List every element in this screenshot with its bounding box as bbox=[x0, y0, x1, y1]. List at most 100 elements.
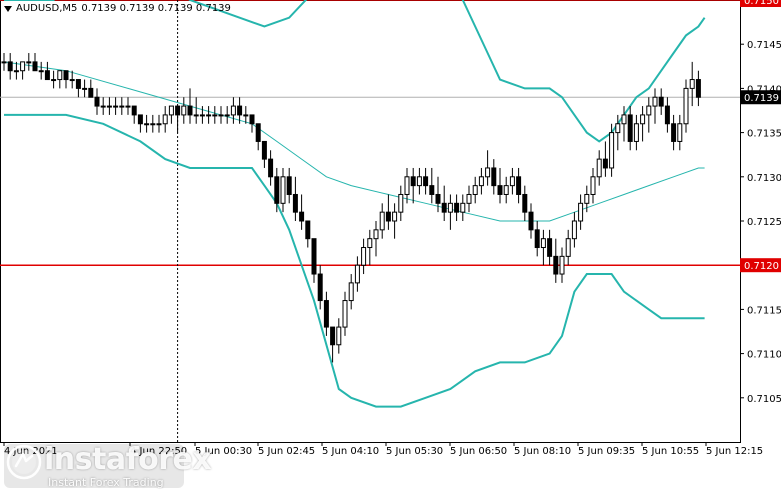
candle-bullish bbox=[156, 123, 162, 126]
candle-bearish bbox=[286, 176, 292, 195]
candle-bullish bbox=[162, 114, 168, 125]
candle-bullish bbox=[280, 176, 286, 204]
candle-bearish bbox=[187, 105, 193, 116]
candle-bullish bbox=[584, 193, 590, 204]
candle-bearish bbox=[553, 255, 559, 275]
candle-bullish bbox=[26, 61, 32, 64]
plot-area bbox=[0, 0, 741, 443]
logo-name: instaforex bbox=[44, 442, 212, 477]
candle-bullish bbox=[193, 114, 199, 117]
symbol-label: AUDUSD,M5 bbox=[16, 3, 78, 14]
x-tick-label: 5 Jun 08:10 bbox=[514, 446, 571, 457]
candle-bearish bbox=[317, 273, 323, 302]
level-label: 0.7150 bbox=[744, 0, 779, 7]
candle-bullish bbox=[199, 114, 205, 117]
candle-bearish bbox=[88, 87, 94, 98]
candle-bearish bbox=[323, 300, 329, 328]
y-tick-label: 0.7110 bbox=[747, 350, 781, 361]
candle-bullish bbox=[485, 167, 491, 178]
candle-bullish bbox=[119, 105, 125, 108]
candle-bullish bbox=[168, 105, 174, 116]
candle-bullish bbox=[212, 114, 218, 117]
y-tick-label: 0.7130 bbox=[747, 173, 781, 184]
chart-header: AUDUSD,M5 0.7139 0.7139 0.7139 0.7139 bbox=[4, 3, 231, 14]
candle-bullish bbox=[596, 158, 602, 178]
candle-bullish bbox=[51, 79, 57, 82]
candle-bearish bbox=[7, 61, 13, 72]
candle-bearish bbox=[454, 202, 460, 213]
candle-bullish bbox=[336, 326, 342, 346]
candle-bearish bbox=[522, 193, 528, 213]
candle-bearish bbox=[255, 123, 261, 142]
candle-bullish bbox=[615, 123, 621, 134]
y-tick-label: 0.7115 bbox=[747, 305, 781, 316]
candle-bearish bbox=[423, 176, 429, 187]
candle-bullish bbox=[652, 96, 658, 107]
candle-bullish bbox=[503, 185, 509, 195]
candle-bearish bbox=[547, 238, 553, 257]
candle-bullish bbox=[460, 202, 466, 213]
candle-bullish bbox=[20, 61, 26, 72]
candle-bearish bbox=[410, 176, 416, 187]
candle-bearish bbox=[311, 238, 317, 275]
candle-bullish bbox=[683, 87, 689, 125]
candle-bullish bbox=[13, 70, 19, 73]
candle-bearish bbox=[63, 70, 69, 81]
candle-bullish bbox=[416, 176, 422, 187]
candle-bearish bbox=[274, 176, 280, 204]
candle-bearish bbox=[249, 114, 255, 125]
candle-bearish bbox=[528, 211, 534, 231]
candle-bearish bbox=[44, 70, 50, 81]
candle-bearish bbox=[627, 114, 633, 142]
dropdown-arrow-icon[interactable] bbox=[4, 5, 12, 12]
candle-bullish bbox=[609, 132, 615, 169]
instaforex-logo-icon bbox=[6, 444, 42, 480]
chart: 0.7105 0.7110 0.7115 0.7120 0.7125 0.7130 0.71… bbox=[0, 0, 781, 489]
candle-bullish bbox=[206, 114, 212, 117]
candle-bullish bbox=[633, 123, 639, 142]
candle-bearish bbox=[385, 211, 391, 222]
candle-bearish bbox=[94, 96, 100, 107]
candle-bullish bbox=[38, 70, 44, 73]
candle-bullish bbox=[106, 105, 112, 108]
candle-bullish bbox=[230, 105, 236, 116]
candle-bearish bbox=[602, 158, 608, 169]
candle-bearish bbox=[32, 61, 38, 72]
y-tick-label: 0.7135 bbox=[747, 129, 781, 140]
candle-bullish bbox=[243, 114, 249, 117]
candle-bullish bbox=[540, 238, 546, 249]
candle-bearish bbox=[292, 193, 298, 213]
candle-bearish bbox=[516, 176, 522, 195]
candle-bullish bbox=[559, 255, 565, 275]
candle-bullish bbox=[342, 300, 348, 328]
current-price-label: 0.7139 bbox=[744, 93, 779, 104]
candle-bullish bbox=[354, 264, 360, 284]
candle-bullish bbox=[113, 105, 119, 108]
y-tick-label: 0.7145 bbox=[747, 40, 781, 51]
x-tick-label: 5 Jun 12:15 bbox=[706, 446, 763, 457]
x-tick-label: 5 Jun 06:50 bbox=[450, 446, 507, 457]
candle-bullish bbox=[571, 220, 577, 240]
candle-bullish bbox=[144, 123, 150, 126]
candle-bullish bbox=[590, 176, 596, 195]
y-tick-label: 0.7125 bbox=[747, 217, 781, 228]
candle-bullish bbox=[82, 87, 88, 90]
candle-bullish bbox=[646, 105, 652, 116]
candle-bullish bbox=[69, 79, 75, 82]
candle-bullish bbox=[677, 123, 683, 142]
candle-bullish bbox=[218, 114, 224, 117]
candle-bullish bbox=[565, 238, 571, 257]
level-label: 0.7120 bbox=[744, 261, 779, 272]
candle-bearish bbox=[435, 193, 441, 204]
candle-bullish bbox=[466, 193, 472, 204]
chart-svg: 0.7105 0.7110 0.7115 0.7120 0.7125 0.7130 0.71… bbox=[0, 0, 781, 488]
candle-bearish bbox=[131, 105, 137, 116]
candle-bearish bbox=[268, 158, 274, 178]
candle-bearish bbox=[429, 185, 435, 195]
candle-bearish bbox=[299, 211, 305, 222]
candle-bearish bbox=[137, 114, 143, 125]
candle-bullish bbox=[373, 229, 379, 240]
candle-bullish bbox=[640, 114, 646, 125]
candle-bearish bbox=[330, 326, 336, 346]
candle-bullish bbox=[1, 61, 7, 64]
